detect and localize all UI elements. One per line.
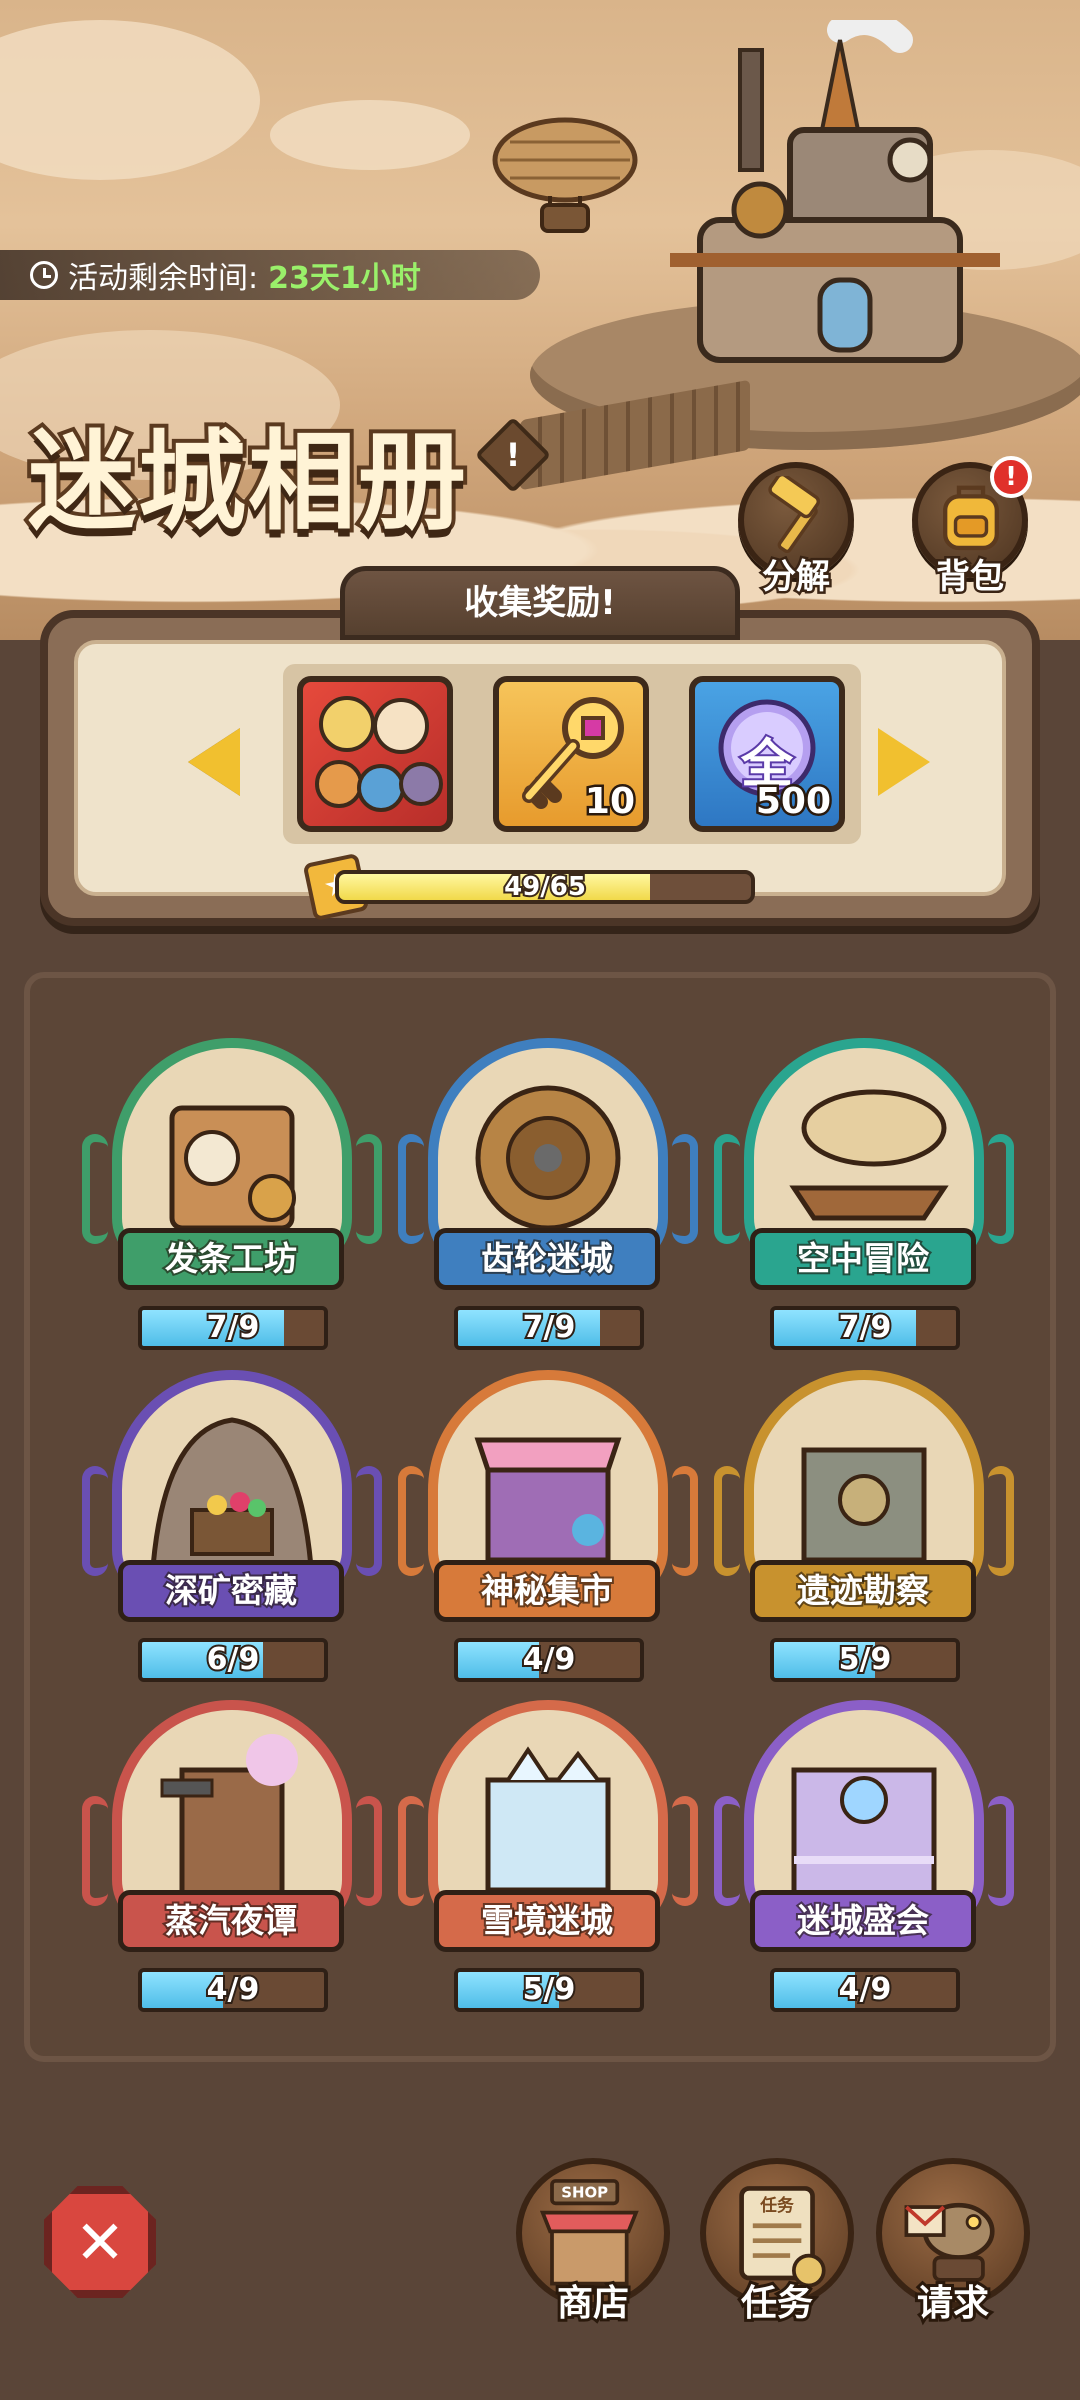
album-title: 深矿密藏 xyxy=(118,1560,344,1622)
album-progress-text: 5/9 xyxy=(521,1972,578,2008)
album-art-icon xyxy=(791,1767,937,1903)
reward-item-character-pack[interactable] xyxy=(297,676,453,832)
album-art-icon xyxy=(160,1734,298,1903)
character-pack-icon xyxy=(315,696,443,812)
album-progress-bar: 4/9 xyxy=(138,1968,328,2012)
album-card[interactable]: 神秘集市 4/9 xyxy=(398,1370,698,1690)
request-button[interactable]: 请求 xyxy=(876,2158,1030,2327)
album-card[interactable]: 遗迹勘察 5/9 xyxy=(714,1370,1014,1690)
clock-icon xyxy=(30,261,58,289)
album-progress-text: 4/9 xyxy=(205,1972,262,2008)
decompose-button[interactable]: 分解 xyxy=(738,462,854,600)
album-card[interactable]: 齿轮迷城 7/9 xyxy=(398,1038,698,1358)
album-art-icon xyxy=(789,1089,949,1221)
airship-icon xyxy=(492,117,638,233)
close-button[interactable]: ✕ xyxy=(44,2186,156,2298)
album-progress-text: 7/9 xyxy=(837,1310,894,1346)
album-grid: 发条工坊 7/9 齿轮迷城 7/9 空中冒险 7/9 深矿密藏 6/9 神秘集市 4/9 遗迹勘察 5… xyxy=(24,972,1056,2062)
page-title: 迷城相册 xyxy=(24,416,470,549)
decompose-label: 分解 xyxy=(760,555,833,600)
reward-progress-bar: 49/65 xyxy=(335,870,755,904)
svg-text:任务: 任务 xyxy=(759,2195,794,2215)
reward-item-golden-key[interactable]: 10 xyxy=(493,676,649,832)
request-label: 请求 xyxy=(914,2280,992,2327)
album-progress-text: 4/9 xyxy=(837,1972,894,2008)
album-progress-bar: 5/9 xyxy=(454,1968,644,2012)
album-title: 雪境迷城 xyxy=(434,1890,660,1952)
reward-tab-label: 收集奖励! xyxy=(340,566,740,640)
album-progress-bar: 6/9 xyxy=(138,1638,328,1682)
album-title: 空中冒险 xyxy=(750,1228,976,1290)
backpack-button[interactable]: ! 背包 xyxy=(912,456,1032,600)
album-art-icon xyxy=(474,1437,622,1563)
next-arrow-button[interactable] xyxy=(878,728,930,796)
album-art-icon xyxy=(169,1105,296,1231)
album-title: 发条工坊 xyxy=(118,1228,344,1290)
album-art-icon xyxy=(784,1447,944,1579)
reward-progress-text: 49/65 xyxy=(502,872,588,902)
prev-arrow-button[interactable] xyxy=(188,728,240,796)
steam-castle-icon xyxy=(670,20,1000,363)
backpack-alert-badge: ! xyxy=(990,456,1032,498)
timer-value: 23天1小时 xyxy=(268,261,421,296)
album-card[interactable]: 深矿密藏 6/9 xyxy=(82,1370,382,1690)
album-progress-bar: 4/9 xyxy=(454,1638,644,1682)
album-title: 遗迹勘察 xyxy=(750,1560,976,1622)
event-timer: 活动剩余时间: 23天1小时 xyxy=(0,250,540,300)
album-progress-bar: 5/9 xyxy=(770,1638,960,1682)
album-art-icon xyxy=(485,1746,611,1893)
album-progress-text: 6/9 xyxy=(205,1642,262,1678)
svg-text:SHOP: SHOP xyxy=(561,2184,608,2202)
album-progress-bar: 4/9 xyxy=(770,1968,960,2012)
album-progress-text: 7/9 xyxy=(205,1310,262,1346)
album-card[interactable]: 蒸汽夜谭 4/9 xyxy=(82,1700,382,2020)
album-title: 齿轮迷城 xyxy=(434,1228,660,1290)
backpack-label: 背包 xyxy=(934,555,1007,600)
album-title: 神秘集市 xyxy=(434,1560,660,1622)
album-title: 迷城盛会 xyxy=(750,1890,976,1952)
orb-qty: 500 xyxy=(753,779,833,825)
album-progress-bar: 7/9 xyxy=(454,1306,644,1350)
album-card[interactable]: 发条工坊 7/9 xyxy=(82,1038,382,1358)
album-progress-bar: 7/9 xyxy=(770,1306,960,1350)
quest-button[interactable]: 任务 任务 xyxy=(700,2158,854,2327)
timer-label: 活动剩余时间: xyxy=(68,261,259,296)
album-progress-text: 5/9 xyxy=(837,1642,894,1678)
album-art-icon xyxy=(475,1085,621,1231)
reward-items-tray: 10 全 500 xyxy=(283,664,861,844)
album-progress-bar: 7/9 xyxy=(138,1306,328,1350)
shop-label: 商店 xyxy=(554,2280,632,2327)
quest-label: 任务 xyxy=(738,2280,816,2327)
album-title: 蒸汽夜谭 xyxy=(118,1890,344,1952)
reward-item-orb[interactable]: 全 500 xyxy=(689,676,845,832)
album-art-icon xyxy=(149,1417,315,1583)
shop-button[interactable]: SHOP 商店 xyxy=(516,2158,670,2327)
album-progress-text: 7/9 xyxy=(521,1310,578,1346)
album-card[interactable]: 雪境迷城 5/9 xyxy=(398,1700,698,2020)
info-icon: ! xyxy=(505,436,521,474)
golden-key-qty: 10 xyxy=(582,779,637,825)
close-icon: ✕ xyxy=(74,2208,126,2278)
album-progress-text: 4/9 xyxy=(521,1642,578,1678)
album-card[interactable]: 空中冒险 7/9 xyxy=(714,1038,1014,1358)
album-card[interactable]: 迷城盛会 4/9 xyxy=(714,1700,1014,2020)
